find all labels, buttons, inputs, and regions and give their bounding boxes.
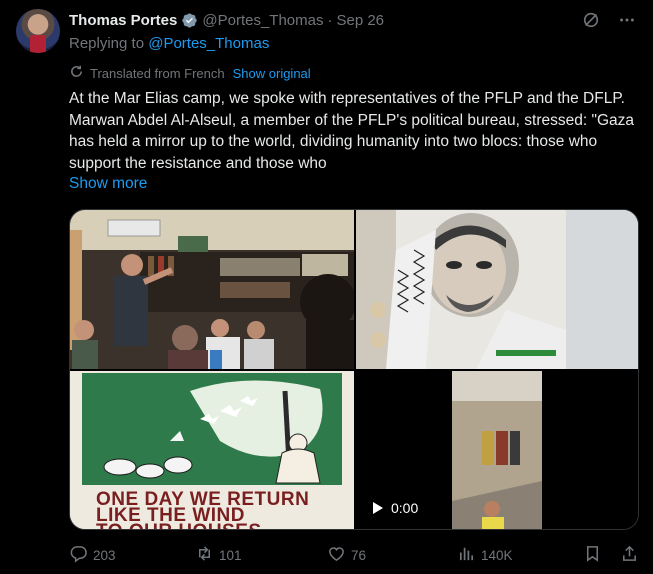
video-play-control[interactable]: 0:00 [373, 500, 418, 516]
replying-to: Replying to @Portes_Thomas [69, 35, 269, 52]
video-frame [452, 371, 542, 529]
photo-meeting-room[interactable] [70, 210, 354, 369]
views-icon [457, 544, 476, 566]
replying-to-label: Replying to [69, 35, 145, 52]
like-button[interactable]: 76 [327, 544, 366, 566]
action-bar: 203 101 76 140K [69, 543, 639, 567]
repost-count: 101 [219, 547, 242, 563]
views-button[interactable]: 140K [457, 544, 513, 566]
reply-icon [69, 544, 88, 566]
separator-dot: · [327, 11, 333, 29]
show-more-link[interactable]: Show more [69, 175, 147, 193]
reply-count: 203 [93, 547, 116, 563]
bookmark-icon [583, 544, 602, 566]
replying-to-mention[interactable]: @Portes_Thomas [148, 35, 269, 52]
heart-icon [327, 544, 346, 566]
bookmark-button[interactable] [583, 544, 602, 566]
views-count: 140K [481, 547, 513, 563]
post-date[interactable]: Sep 26 [336, 12, 384, 29]
show-original-link[interactable]: Show original [233, 66, 311, 81]
author-handle[interactable]: @Portes_Thomas [202, 12, 323, 29]
like-count: 76 [351, 547, 367, 563]
reply-button[interactable]: 203 [69, 544, 116, 566]
share-icon [620, 544, 639, 566]
media-grid: ONE DAY WE RETURN LIKE THE WIND TO OUR H… [69, 209, 639, 530]
photo-return-poster[interactable]: ONE DAY WE RETURN LIKE THE WIND TO OUR H… [70, 371, 354, 529]
translate-icon [69, 64, 84, 82]
translation-bar: Translated from French Show original [69, 64, 311, 82]
video-player[interactable]: 0:00 [356, 371, 638, 529]
post-text: At the Mar Elias camp, we spoke with rep… [69, 90, 635, 172]
post-header: Thomas Portes @Portes_Thomas · Sep 26 [69, 9, 637, 31]
avatar[interactable] [16, 9, 60, 53]
more-icon[interactable] [617, 10, 637, 30]
poster-line-3: TO OUR HOUSES [96, 521, 262, 529]
author-name[interactable]: Thomas Portes [69, 12, 177, 29]
header-actions [581, 10, 637, 30]
photo-mural-portrait[interactable] [356, 210, 638, 369]
repost-button[interactable]: 101 [195, 544, 242, 566]
play-icon [373, 502, 383, 514]
translated-label: Translated from French [90, 65, 225, 81]
verified-badge-icon [181, 12, 198, 29]
share-button[interactable] [620, 544, 639, 566]
grok-icon[interactable] [581, 10, 601, 30]
repost-icon [195, 544, 214, 566]
video-time: 0:00 [391, 500, 419, 516]
